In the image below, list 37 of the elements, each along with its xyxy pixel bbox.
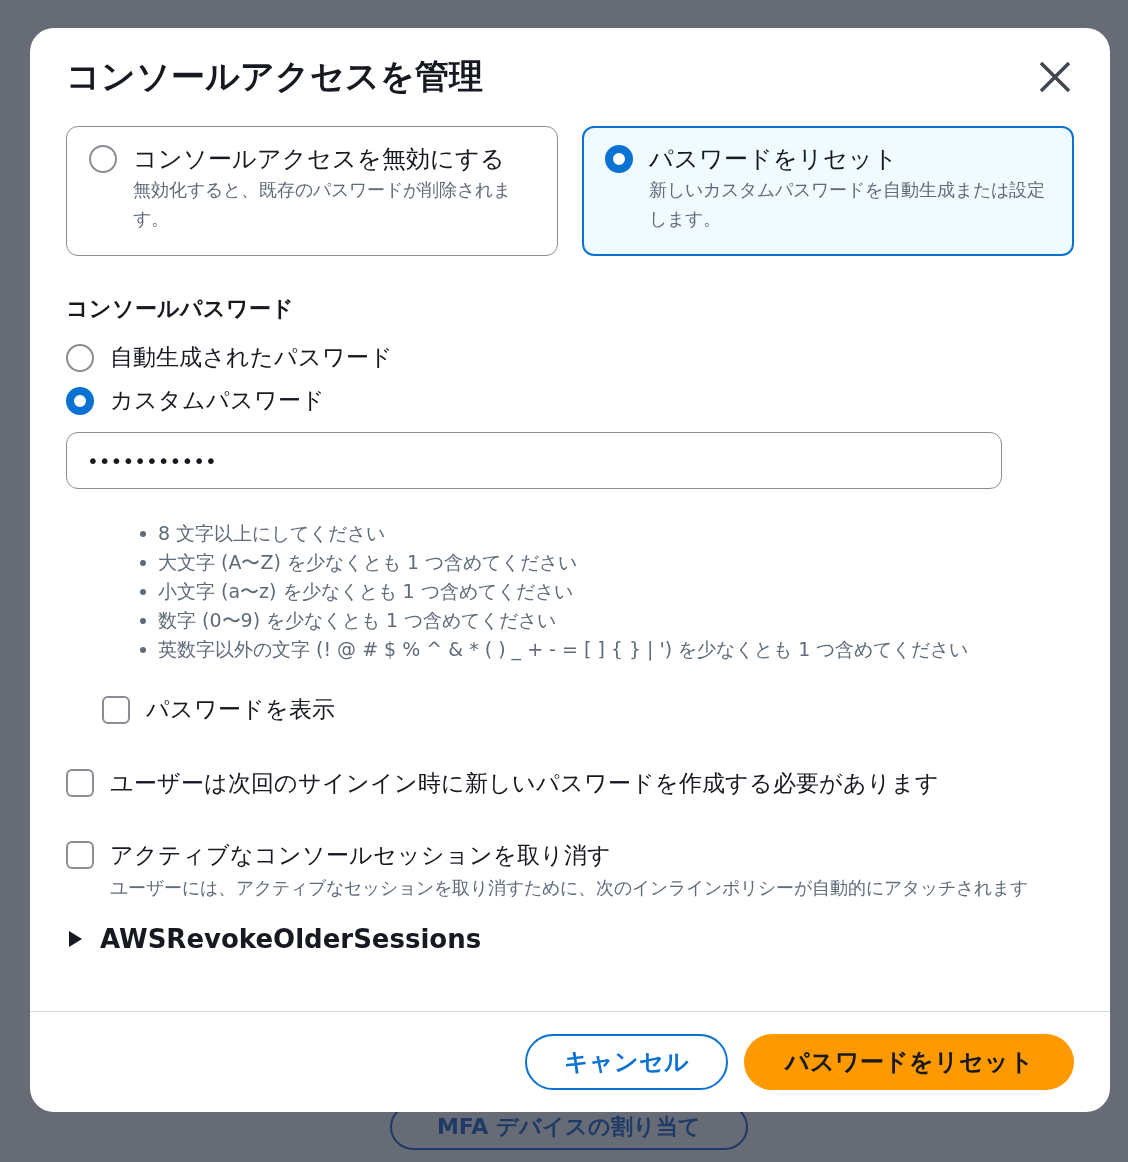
radio-label: カスタムパスワード [110, 386, 325, 415]
requirement-text: 数字 (0〜9) を少なくとも 1 つ含めてください [158, 608, 557, 633]
requirement-text: 小文字 (a〜z) を少なくとも 1 つ含めてください [158, 579, 573, 604]
bullet-icon [140, 530, 146, 537]
requirement-text: 大文字 (A〜Z) を少なくとも 1 つ含めてください [158, 550, 578, 575]
checkbox-label: アクティブなコンソールセッションを取り消す [110, 841, 612, 870]
option-description: 無効化すると、既存のパスワードが削除されます。 [133, 178, 512, 231]
checkbox-label: ユーザーは次回のサインイン時に新しいパスワードを作成する必要があります [110, 769, 939, 798]
requirement-text: 8 文字以上にしてください [158, 521, 386, 546]
close-icon[interactable] [1038, 60, 1072, 94]
cancel-button[interactable]: キャンセル [525, 1034, 728, 1090]
bullet-icon [140, 559, 146, 566]
radio-button[interactable] [605, 145, 633, 173]
checkbox[interactable] [102, 695, 130, 724]
bullet-icon [140, 617, 146, 624]
option-label: コンソールアクセスを無効にする [133, 144, 506, 175]
bullet-icon [140, 588, 146, 595]
input-field[interactable]: ••••••••••• [66, 432, 1002, 489]
dialog-title: コンソールアクセスを管理 [66, 55, 483, 98]
radio-label: 自動生成されたパスワード [110, 343, 393, 372]
radio-button[interactable] [66, 343, 94, 372]
section-heading: コンソールパスワード [66, 295, 295, 323]
checkbox[interactable] [66, 769, 94, 797]
bullet-icon [140, 646, 146, 653]
checkbox-label: パスワードを表示 [146, 695, 335, 724]
checkbox[interactable] [66, 841, 94, 869]
requirement-text: 英数字以外の文字 (! @ # $ % ^ & * ( ) _ + - = [ ] { } | ') を少なくとも 1 つ含めてください [158, 637, 969, 663]
caret-right-icon[interactable] [66, 930, 84, 948]
option-label: パスワードをリセット [649, 144, 899, 175]
policy-name[interactable]: AWSRevokeOlderSessions [100, 924, 482, 954]
option-card[interactable]: コンソールアクセスを無効にする 無効化すると、既存のパスワードが削除されます。 [66, 126, 558, 256]
option-description: 新しいカスタムパスワードを自動生成または設定します。 [649, 178, 1046, 231]
checkbox-description: ユーザーには、アクティブなセッションを取り消すために、次のインラインポリシーが自動的にアタッチされます [110, 876, 1028, 900]
option-card[interactable]: パスワードをリセット 新しいカスタムパスワードを自動生成または設定します。 [582, 126, 1074, 256]
radio-button[interactable] [66, 386, 94, 415]
radio-button[interactable] [89, 145, 117, 173]
reset-button[interactable]: パスワードをリセット [744, 1034, 1074, 1090]
